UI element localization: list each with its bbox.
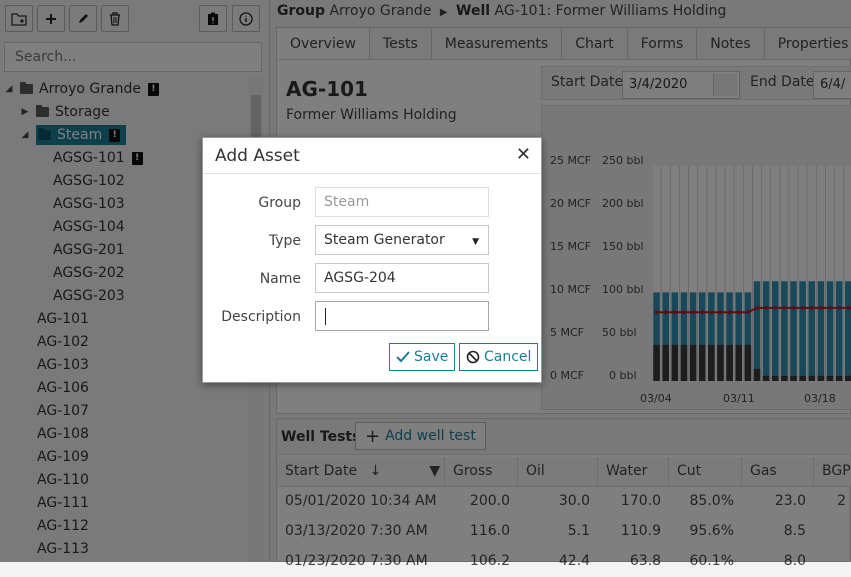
group-field: Steam bbox=[315, 187, 489, 217]
save-label: Save bbox=[414, 349, 449, 365]
close-icon[interactable]: ✕ bbox=[516, 144, 531, 165]
dialog-header: Add Asset ✕ bbox=[203, 138, 541, 174]
group-value: Steam bbox=[324, 194, 370, 210]
description-label: Description bbox=[221, 309, 301, 325]
group-label: Group bbox=[258, 195, 301, 211]
save-button[interactable]: Save bbox=[389, 343, 456, 371]
dialog-title: Add Asset bbox=[215, 146, 300, 166]
text-caret bbox=[325, 308, 326, 325]
cancel-button[interactable]: Cancel bbox=[459, 343, 539, 371]
cancel-label: Cancel bbox=[484, 349, 532, 365]
name-label: Name bbox=[259, 271, 301, 287]
type-value: Steam Generator bbox=[324, 232, 445, 248]
type-select[interactable]: Steam Generator ▼ bbox=[315, 225, 489, 255]
description-field[interactable] bbox=[315, 301, 489, 331]
name-field[interactable]: AGSG-204 bbox=[315, 263, 489, 293]
add-asset-dialog: Add Asset ✕ Group Steam Type Steam Gener… bbox=[202, 137, 542, 383]
cancel-icon bbox=[466, 350, 480, 364]
name-value: AGSG-204 bbox=[324, 270, 396, 286]
chevron-down-icon[interactable]: ▼ bbox=[472, 237, 479, 247]
checkmark-icon bbox=[396, 351, 410, 363]
type-label: Type bbox=[268, 233, 301, 249]
